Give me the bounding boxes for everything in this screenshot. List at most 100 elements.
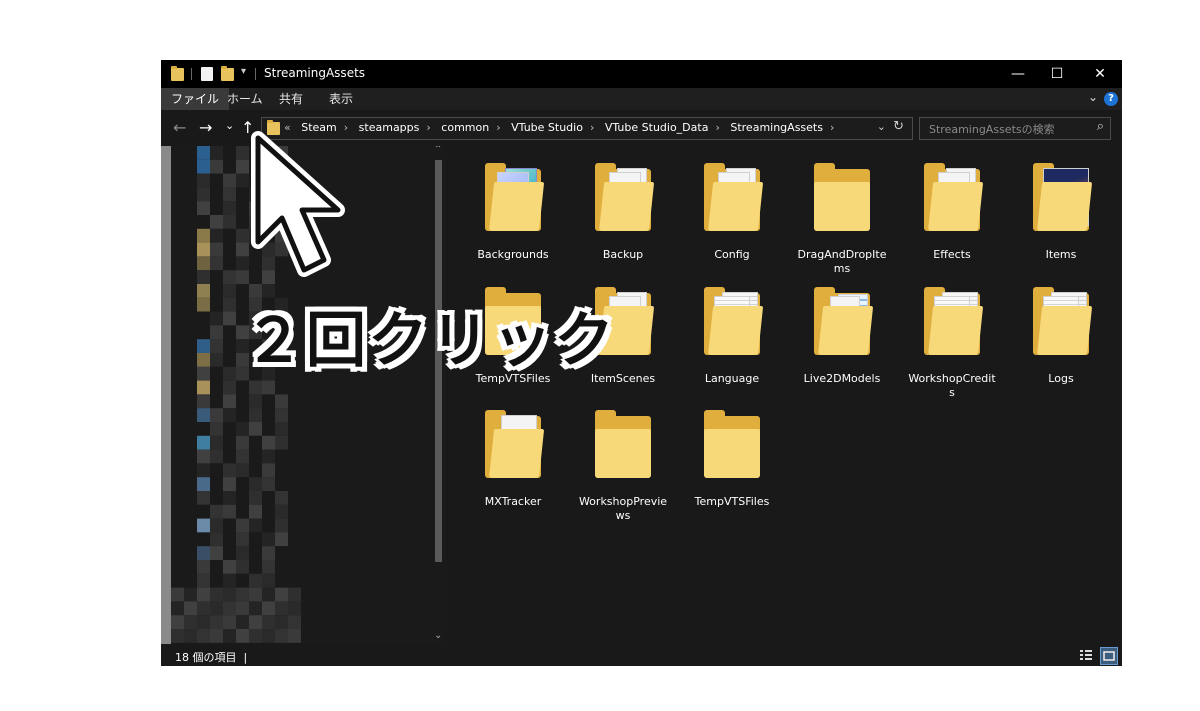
folder-label: MXTracker: [484, 495, 542, 508]
search-box[interactable]: StreamingAssetsの検索 ⌕: [919, 117, 1111, 140]
address-dropdown-icon[interactable]: ⌄: [877, 120, 886, 133]
mosaic-block: [184, 435, 197, 450]
mosaic-block: [171, 435, 184, 450]
mosaic-block: [184, 546, 197, 560]
mosaic-block: [262, 435, 275, 450]
mosaic-block: [275, 560, 288, 574]
refresh-icon[interactable]: ↻: [893, 119, 904, 134]
mosaic-block: [184, 518, 197, 533]
scroll-up-icon[interactable]: ⌃: [434, 146, 442, 155]
folder-icon: [814, 162, 870, 238]
new-folder-icon[interactable]: [221, 66, 234, 81]
mosaic-block: [223, 215, 236, 229]
close-button[interactable]: ✕: [1078, 60, 1122, 88]
folder-label: DragAndDropItems: [797, 248, 887, 275]
folder-icon: [704, 409, 760, 485]
mosaic-block: [197, 477, 210, 491]
mosaic-block: [210, 311, 223, 326]
customize-quick-access-icon[interactable]: ▾: [241, 66, 246, 77]
breadcrumb-separator[interactable]: ›: [830, 121, 834, 134]
mosaic-block: [249, 491, 262, 505]
mosaic-block: [184, 463, 197, 478]
search-icon[interactable]: ⌕: [1097, 119, 1104, 134]
navigation-pane-scrollbar[interactable]: ⌃ ⌄: [431, 146, 446, 644]
mosaic-block: [210, 532, 223, 547]
mosaic-block: [288, 518, 301, 533]
mosaic-block: [223, 587, 236, 602]
mosaic-block: [210, 518, 223, 533]
mosaic-block: [223, 463, 236, 478]
tab-share[interactable]: 共有: [269, 88, 313, 110]
mosaic-block: [171, 353, 184, 367]
mosaic-block: [210, 297, 223, 312]
status-bar: 18 個の項目 |: [161, 644, 1122, 666]
mosaic-block: [210, 573, 223, 588]
breadcrumb-separator[interactable]: ›: [496, 121, 500, 134]
forward-button[interactable]: →: [199, 118, 212, 137]
folder-label: Config: [714, 248, 750, 261]
mosaic-block: [223, 491, 236, 505]
help-icon[interactable]: ?: [1104, 92, 1118, 106]
expand-ribbon-chevron-icon[interactable]: ⌄: [1088, 90, 1098, 104]
mosaic-block: [171, 325, 184, 340]
mosaic-block: [184, 339, 197, 353]
mosaic-block: [197, 587, 210, 602]
recent-locations-button[interactable]: ⌄: [225, 119, 234, 132]
mosaic-block: [197, 146, 210, 160]
minimize-button[interactable]: —: [996, 60, 1040, 88]
mosaic-block: [249, 504, 262, 519]
mosaic-block: [275, 532, 288, 547]
mosaic-block: [223, 242, 236, 257]
mosaic-block: [171, 491, 184, 505]
breadcrumb-steamapps[interactable]: steamapps: [359, 121, 420, 134]
breadcrumb-vtube-studio-data[interactable]: VTube Studio_Data: [605, 121, 709, 134]
mosaic-block: [223, 228, 236, 243]
mosaic-block: [197, 491, 210, 505]
mosaic-block: [210, 173, 223, 188]
mosaic-block: [275, 587, 288, 602]
breadcrumb-common[interactable]: common: [441, 121, 489, 134]
mosaic-block: [275, 463, 288, 478]
mosaic-block: [275, 518, 288, 533]
mosaic-block: [171, 449, 184, 464]
folder-icon: [704, 286, 764, 362]
scroll-down-icon[interactable]: ⌄: [434, 630, 442, 641]
mosaic-block: [210, 463, 223, 478]
breadcrumb-separator[interactable]: ›: [715, 121, 719, 134]
maximize-button[interactable]: ☐: [1035, 60, 1079, 88]
mosaic-block: [249, 518, 262, 533]
breadcrumb-separator[interactable]: ›: [590, 121, 594, 134]
large-icons-view-icon[interactable]: [1100, 647, 1118, 665]
breadcrumb-streamingassets[interactable]: StreamingAssets: [730, 121, 823, 134]
mosaic-block: [184, 394, 197, 409]
mosaic-block: [275, 394, 288, 409]
mosaic-block: [184, 629, 197, 643]
folder-label: Items: [1045, 248, 1077, 261]
breadcrumb-separator[interactable]: ›: [426, 121, 430, 134]
mosaic-block: [210, 394, 223, 409]
mosaic-block: [197, 394, 210, 409]
breadcrumb-vtube-studio[interactable]: VTube Studio: [511, 121, 583, 134]
window-title: StreamingAssets: [264, 66, 366, 80]
mosaic-block: [236, 435, 249, 450]
mosaic-block: [249, 629, 262, 643]
tab-home[interactable]: ホーム: [217, 88, 273, 110]
properties-icon[interactable]: [201, 67, 213, 81]
mosaic-block: [197, 463, 210, 478]
mosaic-block: [223, 518, 236, 533]
mosaic-block: [197, 408, 210, 422]
tab-view[interactable]: 表示: [319, 88, 363, 110]
mosaic-block: [210, 560, 223, 574]
address-bar[interactable]: « Steam › steamapps › common › VTube Studio…: [261, 117, 913, 140]
double-click-annotation: ２回クリック: [244, 306, 616, 376]
back-button[interactable]: ←: [173, 118, 186, 137]
mosaic-block: [171, 518, 184, 533]
mosaic-block: [288, 435, 301, 450]
folder-icon: [595, 409, 651, 485]
mosaic-block: [249, 463, 262, 478]
folder-content-view[interactable]: Backgrounds Backup Config DragAndDropItems E…: [446, 146, 1122, 644]
details-view-icon[interactable]: [1078, 647, 1094, 663]
mosaic-block: [223, 504, 236, 519]
mosaic-block: [197, 242, 210, 257]
mosaic-block: [197, 297, 210, 312]
